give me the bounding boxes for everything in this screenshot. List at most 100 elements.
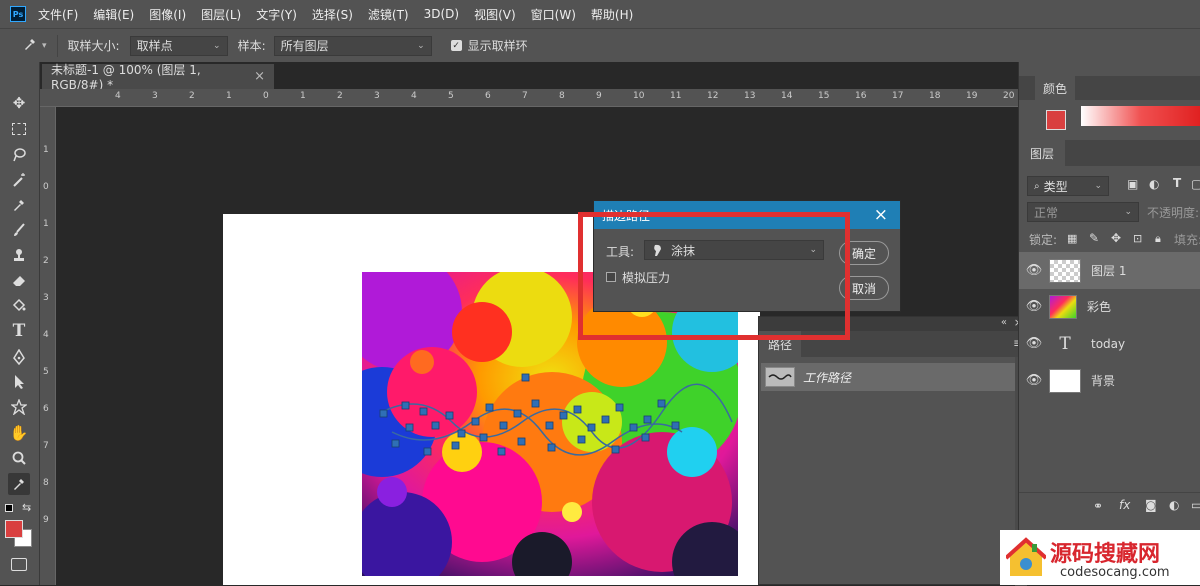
- ruler-tick-label: 12: [707, 91, 719, 101]
- zoom-tool-icon[interactable]: [8, 447, 30, 469]
- sample-size-select[interactable]: 取样点 ⌄: [129, 35, 228, 56]
- menu-filter[interactable]: 滤镜(T): [368, 6, 409, 23]
- ruler-tick-label: 2: [189, 91, 195, 101]
- menu-type[interactable]: 文字(Y): [256, 6, 297, 23]
- layer-thumbnail: [1049, 258, 1081, 283]
- menu-view[interactable]: 视图(V): [474, 6, 516, 23]
- layer-thumbnail: [1049, 294, 1077, 319]
- options-bar: ▾ 取样大小: 取样点 ⌄ 样本: 所有图层 ⌄ ✓ 显示取样环: [0, 28, 1200, 62]
- collapse-icon[interactable]: «: [1001, 317, 1007, 328]
- foreground-color-swatch[interactable]: [5, 520, 23, 538]
- shape-tool-icon[interactable]: [8, 396, 30, 418]
- sample-select[interactable]: 所有图层 ⌄: [273, 35, 432, 56]
- add-mask-icon[interactable]: ◙: [1145, 498, 1157, 512]
- stamp-tool-icon[interactable]: [8, 244, 30, 266]
- pen-tool-icon[interactable]: [8, 346, 30, 368]
- house-logo-icon: [1004, 536, 1048, 580]
- blend-mode-select[interactable]: 正常 ⌄: [1027, 202, 1139, 222]
- eyedropper-tool-preset-icon[interactable]: [22, 36, 38, 56]
- menu-select[interactable]: 选择(S): [312, 6, 353, 23]
- chevron-down-icon[interactable]: ▾: [42, 41, 47, 51]
- ruler-tick-label: 10: [633, 91, 645, 101]
- opacity-label: 不透明度:: [1147, 206, 1200, 220]
- ruler-tick-label: 1: [300, 91, 306, 101]
- filter-adjust-icon[interactable]: ◐: [1149, 177, 1159, 191]
- layer-name: 图层 1: [1091, 264, 1127, 278]
- marquee-tool-icon[interactable]: [8, 118, 30, 140]
- ruler-tick-label: 5: [448, 91, 454, 101]
- blend-mode-value: 正常: [1034, 205, 1059, 220]
- eye-icon[interactable]: 👁︎: [1019, 263, 1049, 278]
- path-item[interactable]: 工作路径: [761, 363, 1015, 391]
- layer-row[interactable]: 👁︎ 图层 1: [1019, 252, 1200, 289]
- menu-layer[interactable]: 图层(L): [201, 6, 241, 23]
- fx-icon[interactable]: fx: [1119, 498, 1130, 512]
- eye-icon[interactable]: 👁︎: [1019, 336, 1049, 351]
- quick-mask-icon[interactable]: [11, 558, 27, 571]
- link-layers-icon[interactable]: ⚭: [1093, 499, 1103, 513]
- layer-name: 背景: [1091, 374, 1116, 388]
- filter-image-icon[interactable]: ▣: [1127, 177, 1138, 191]
- adjustment-layer-icon[interactable]: ◐: [1169, 498, 1179, 512]
- ruler-tick-label: 11: [670, 91, 682, 101]
- fill-label: 填充:: [1174, 233, 1200, 247]
- default-colors-icon[interactable]: [5, 504, 13, 512]
- ruler-tick-label: 13: [744, 91, 756, 101]
- path-selection-tool-icon[interactable]: [8, 371, 30, 393]
- panel-fg-swatch[interactable]: [1046, 110, 1066, 130]
- magic-wand-tool-icon[interactable]: [8, 169, 30, 191]
- close-icon[interactable]: ×: [874, 205, 888, 225]
- swap-colors-icon[interactable]: ⇆: [22, 501, 31, 514]
- type-tool-icon[interactable]: T: [8, 320, 30, 342]
- eye-icon[interactable]: 👁︎: [1019, 373, 1049, 388]
- tab-layers[interactable]: 图层: [1019, 140, 1065, 166]
- eyedropper-active-tool-icon[interactable]: [8, 473, 30, 495]
- chevron-down-icon: ⌄: [1124, 207, 1132, 217]
- highlight-box: [578, 212, 850, 340]
- ruler-tick-label: 9: [596, 91, 602, 101]
- layer-row[interactable]: 👁︎ T today: [1019, 325, 1200, 362]
- close-icon[interactable]: ×: [254, 69, 265, 84]
- chevron-down-icon: ⌄: [417, 40, 425, 51]
- ruler-tick-label: 17: [892, 91, 904, 101]
- photoshop-logo: Ps: [10, 6, 26, 22]
- menu-help[interactable]: 帮助(H): [591, 6, 633, 23]
- layers-list: 👁︎ 图层 1 👁︎ 彩色 👁︎ T today 👁︎ 背景: [1019, 252, 1200, 412]
- tab-color[interactable]: 颜色: [1035, 76, 1075, 100]
- move-tool-icon[interactable]: ✥: [8, 92, 30, 114]
- hand-tool-icon[interactable]: ✋: [8, 422, 30, 444]
- color-ramp[interactable]: [1081, 106, 1200, 126]
- eye-icon[interactable]: 👁︎: [1019, 299, 1049, 314]
- menu-edit[interactable]: 编辑(E): [93, 6, 134, 23]
- menu-file[interactable]: 文件(F): [38, 6, 78, 23]
- brush-tool-icon[interactable]: [8, 219, 30, 241]
- menu-3d[interactable]: 3D(D): [424, 7, 459, 21]
- filter-type-icon[interactable]: T: [1173, 176, 1181, 190]
- lock-artboard-icon[interactable]: ⊡: [1133, 232, 1142, 245]
- lock-paint-icon[interactable]: ✎: [1089, 231, 1099, 245]
- menu-window[interactable]: 窗口(W): [531, 6, 576, 23]
- lock-all-icon[interactable]: 🔒︎: [1155, 232, 1161, 246]
- lock-move-icon[interactable]: ✥: [1111, 231, 1121, 245]
- lock-transparent-icon[interactable]: ▦: [1067, 232, 1077, 245]
- eyedropper-tool-icon[interactable]: [8, 194, 30, 216]
- ruler-horizontal: 43210123456789101112131415161718192021: [40, 89, 1018, 107]
- layer-thumbnail: [1049, 368, 1081, 393]
- ruler-tick-label: 20: [1003, 91, 1015, 101]
- watermark: 源码搜藏网 codesocang.com: [1000, 530, 1200, 585]
- ruler-tick-label: 18: [929, 91, 941, 101]
- layer-row[interactable]: 👁︎ 背景: [1019, 362, 1200, 399]
- lasso-tool-icon[interactable]: [8, 144, 30, 166]
- layer-filter-select[interactable]: ⌕ 类型 ⌄: [1027, 176, 1109, 196]
- filter-shape-icon[interactable]: ▢: [1191, 177, 1200, 191]
- ruler-tick-label: 0: [43, 182, 49, 192]
- show-ring-checkbox[interactable]: ✓: [450, 40, 462, 51]
- menu-image[interactable]: 图像(I): [149, 6, 186, 23]
- layer-row[interactable]: 👁︎ 彩色: [1019, 288, 1200, 325]
- paint-bucket-tool-icon[interactable]: [8, 294, 30, 316]
- tab-layers-label: 图层: [1029, 146, 1054, 161]
- document-tab[interactable]: 未标题-1 @ 100% (图层 1, RGB/8#) * ×: [42, 63, 274, 92]
- ruler-tick-label: 7: [522, 91, 528, 101]
- new-group-icon[interactable]: ▭: [1191, 498, 1200, 512]
- eraser-tool-icon[interactable]: [8, 269, 30, 291]
